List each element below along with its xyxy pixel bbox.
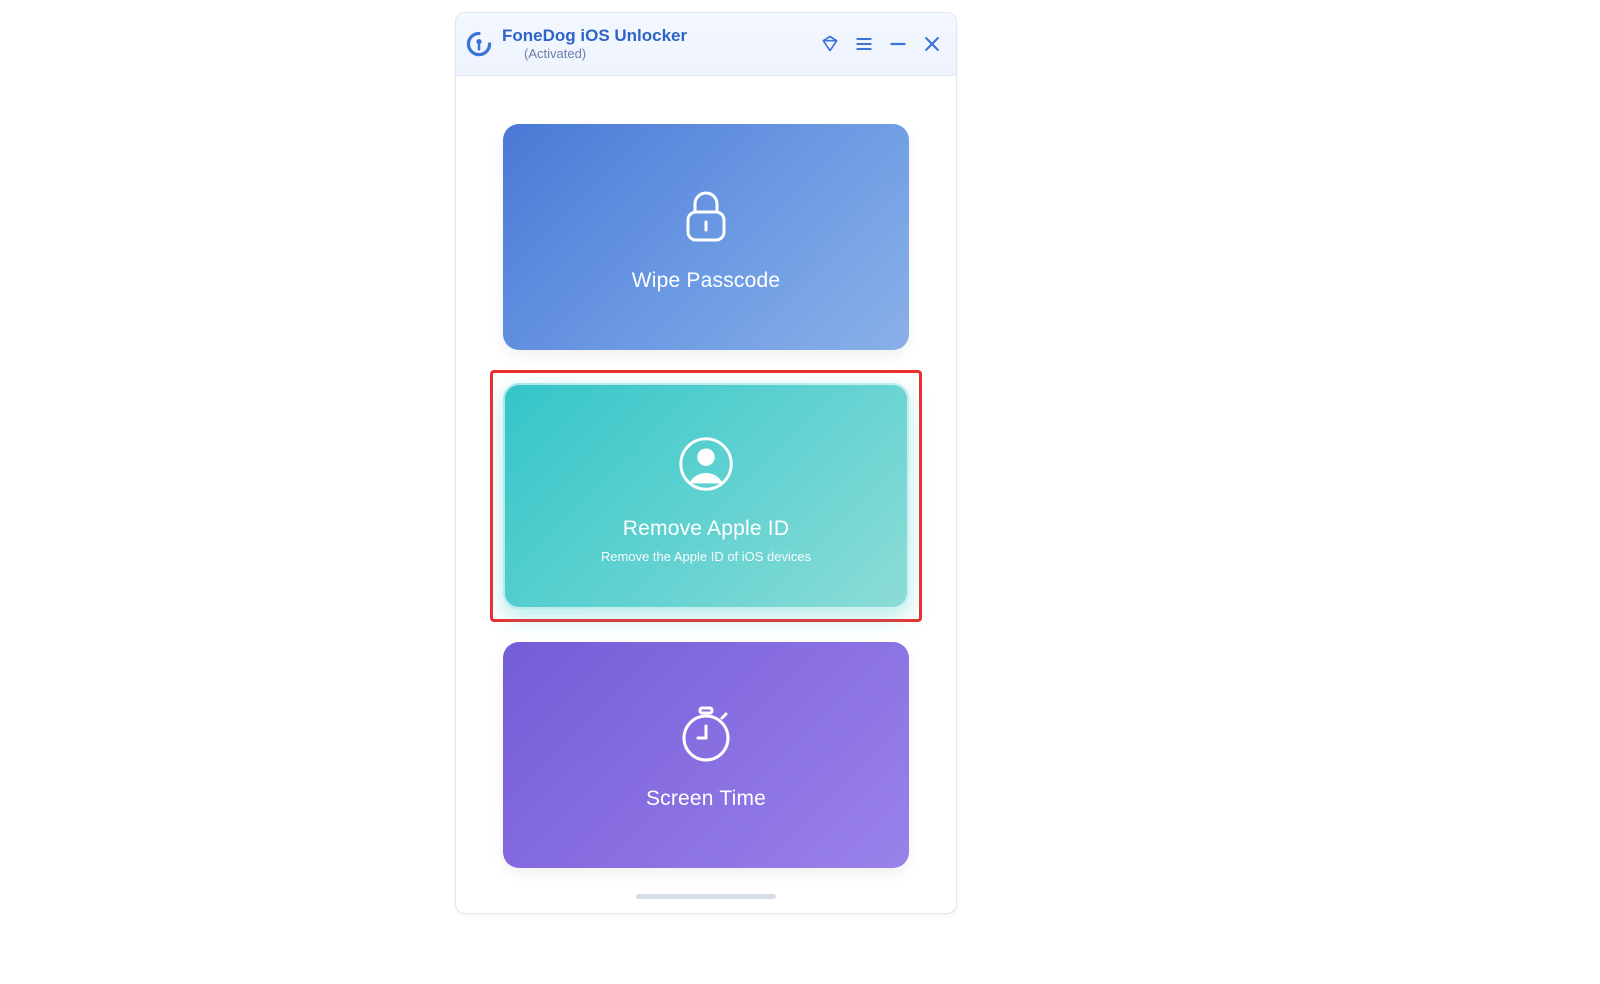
menu-icon[interactable] [854,34,874,54]
title-text: FoneDog iOS Unlocker (Activated) [502,26,687,61]
user-icon [671,429,741,499]
highlight-frame: Remove Apple ID Remove the Apple ID of i… [490,370,922,622]
app-logo-icon [466,31,492,57]
wipe-passcode-title: Wipe Passcode [632,269,781,293]
wipe-passcode-card[interactable]: Wipe Passcode [503,124,909,350]
stopwatch-icon [671,699,741,769]
remove-apple-id-subtitle: Remove the Apple ID of iOS devices [601,549,811,564]
title-bar: FoneDog iOS Unlocker (Activated) [456,13,956,76]
window-controls [820,34,942,54]
app-title: FoneDog iOS Unlocker [502,26,687,46]
minimize-icon[interactable] [888,34,908,54]
screen-time-card[interactable]: Screen Time [503,642,909,868]
main-content: Wipe Passcode Remove Apple ID Remove the… [456,76,956,894]
bottom-handle [636,894,776,899]
screen-time-title: Screen Time [646,787,766,811]
app-status: (Activated) [524,47,687,62]
app-window: FoneDog iOS Unlocker (Activated) [455,12,957,914]
lock-icon [671,181,741,251]
close-icon[interactable] [922,34,942,54]
remove-apple-id-title: Remove Apple ID [623,517,789,541]
remove-apple-id-card[interactable]: Remove Apple ID Remove the Apple ID of i… [503,383,909,609]
diamond-icon[interactable] [820,34,840,54]
